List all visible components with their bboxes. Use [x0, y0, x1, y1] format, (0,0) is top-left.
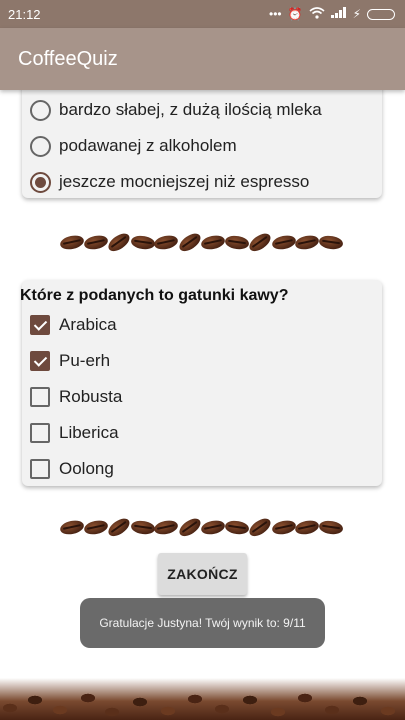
status-time: 21:12 [8, 6, 41, 22]
radio-button[interactable] [30, 99, 51, 121]
more-icon: ••• [269, 7, 282, 21]
finish-button[interactable]: ZAKOŃCZ [158, 553, 247, 595]
checkbox-label: Arabica [59, 315, 117, 334]
question-title: Które z podanych to gatunki kawy? [20, 287, 289, 304]
radio-option-label: podawanej z alkoholem [59, 136, 237, 155]
checkbox-option-robusta[interactable]: Robusta [22, 379, 382, 415]
radio-option-1[interactable]: bardzo słabej, z dużą ilością mleka [22, 92, 382, 128]
checkbox-label: Pu-erh [59, 351, 111, 370]
radio-option-label: jeszcze mocniejszej niż espresso [59, 172, 310, 191]
signal-icon [330, 7, 347, 21]
coffee-beans-divider [58, 514, 343, 540]
checkbox-option-oolong[interactable]: Oolong [22, 451, 382, 487]
checkbox-checked[interactable] [30, 351, 50, 371]
battery-icon [367, 8, 395, 20]
checkbox-option-pu-erh[interactable]: Pu-erh [22, 343, 382, 379]
radio-button-selected[interactable] [30, 171, 51, 193]
checkbox-label: Liberica [59, 423, 119, 442]
radio-button[interactable] [30, 135, 51, 157]
status-icons: ••• ⏰ ⚡ [269, 6, 395, 22]
charging-icon: ⚡ [352, 7, 361, 21]
toast-message: Gratulacje Justyna! Twój wynik to: 9/11 [99, 616, 306, 630]
checkbox-label: Oolong [59, 459, 114, 478]
checkbox-label: Robusta [59, 387, 123, 406]
checkbox-checked[interactable] [30, 315, 50, 335]
coffee-beans-divider [58, 229, 343, 255]
coffee-beans-footer-image [0, 678, 405, 720]
checkbox[interactable] [30, 387, 50, 407]
question-card-2: Które z podanych to gatunki kawy? Arabic… [20, 280, 382, 487]
checkbox[interactable] [30, 423, 50, 443]
alarm-icon: ⏰ [287, 7, 303, 21]
radio-option-3[interactable]: jeszcze mocniejszej niż espresso [22, 164, 382, 200]
app-bar: CoffeeQuiz [0, 28, 405, 90]
score-toast: Gratulacje Justyna! Twój wynik to: 9/11 [80, 598, 325, 648]
status-bar: 21:12 ••• ⏰ ⚡ [0, 0, 405, 28]
radio-option-label: bardzo słabej, z dużą ilością mleka [59, 100, 322, 119]
checkbox-option-arabica[interactable]: Arabica [22, 307, 382, 343]
wifi-icon [309, 6, 325, 22]
question-card-1: bardzo słabej, z dużą ilością mleka poda… [22, 78, 382, 198]
radio-option-2[interactable]: podawanej z alkoholem [22, 128, 382, 164]
checkbox[interactable] [30, 459, 50, 479]
app-title: CoffeeQuiz [18, 47, 118, 70]
checkbox-option-liberica[interactable]: Liberica [22, 415, 382, 451]
